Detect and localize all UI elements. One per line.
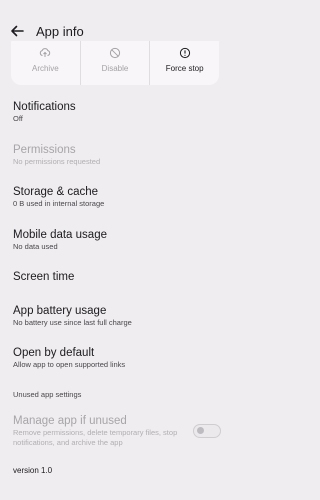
manage-app-if-unused-summary: Remove permissions, delete temporary fil… [13, 428, 178, 447]
notifications-item[interactable]: Notifications Off [13, 100, 218, 124]
disable-icon [109, 46, 121, 59]
manage-app-if-unused-title: Manage app if unused [13, 415, 127, 427]
open-by-default-summary: Allow app to open supported links [13, 360, 126, 369]
toggle-knob [197, 427, 204, 434]
mobile-data-usage-title: Mobile data usage [13, 229, 107, 241]
app-battery-usage-title: App battery usage [13, 305, 107, 317]
back-arrow-icon[interactable] [8, 22, 26, 40]
force-stop-button[interactable]: Force stop [149, 41, 219, 85]
open-by-default-item[interactable]: Open by default Allow app to open suppor… [13, 346, 218, 370]
archive-button[interactable]: Archive [11, 41, 80, 85]
permissions-title: Permissions [13, 144, 76, 156]
screen-time-title: Screen time [13, 271, 75, 283]
notifications-summary: Off [13, 114, 23, 123]
app-battery-usage-summary: No battery use since last full charge [13, 318, 132, 327]
force-stop-label: Force stop [165, 64, 204, 73]
archive-icon [39, 46, 51, 58]
page-title: App info [36, 24, 84, 39]
action-buttons-row: Archive Disable Force stop [11, 41, 219, 85]
force-stop-icon [179, 46, 191, 59]
manage-app-if-unused-toggle[interactable] [193, 424, 221, 438]
mobile-data-usage-summary: No data used [13, 242, 58, 251]
open-by-default-title: Open by default [13, 347, 95, 359]
unused-app-settings-header: Unused app settings [13, 390, 82, 399]
app-version: version 1.0 [13, 466, 53, 475]
mobile-data-usage-item[interactable]: Mobile data usage No data used [13, 228, 218, 252]
app-battery-usage-item[interactable]: App battery usage No battery use since l… [13, 304, 218, 328]
permissions-item[interactable]: Permissions No permissions requested [13, 143, 218, 167]
storage-cache-summary: 0 B used in internal storage [13, 199, 105, 208]
screen-time-item[interactable]: Screen time [13, 270, 218, 284]
manage-app-if-unused-item[interactable]: Manage app if unused Remove permissions,… [13, 414, 218, 448]
permissions-summary: No permissions requested [13, 157, 101, 166]
disable-button[interactable]: Disable [79, 41, 150, 85]
archive-label: Archive [31, 64, 59, 73]
storage-cache-title: Storage & cache [13, 186, 99, 198]
notifications-title: Notifications [13, 101, 76, 113]
storage-cache-item[interactable]: Storage & cache 0 B used in internal sto… [13, 185, 218, 209]
disable-label: Disable [101, 64, 129, 73]
